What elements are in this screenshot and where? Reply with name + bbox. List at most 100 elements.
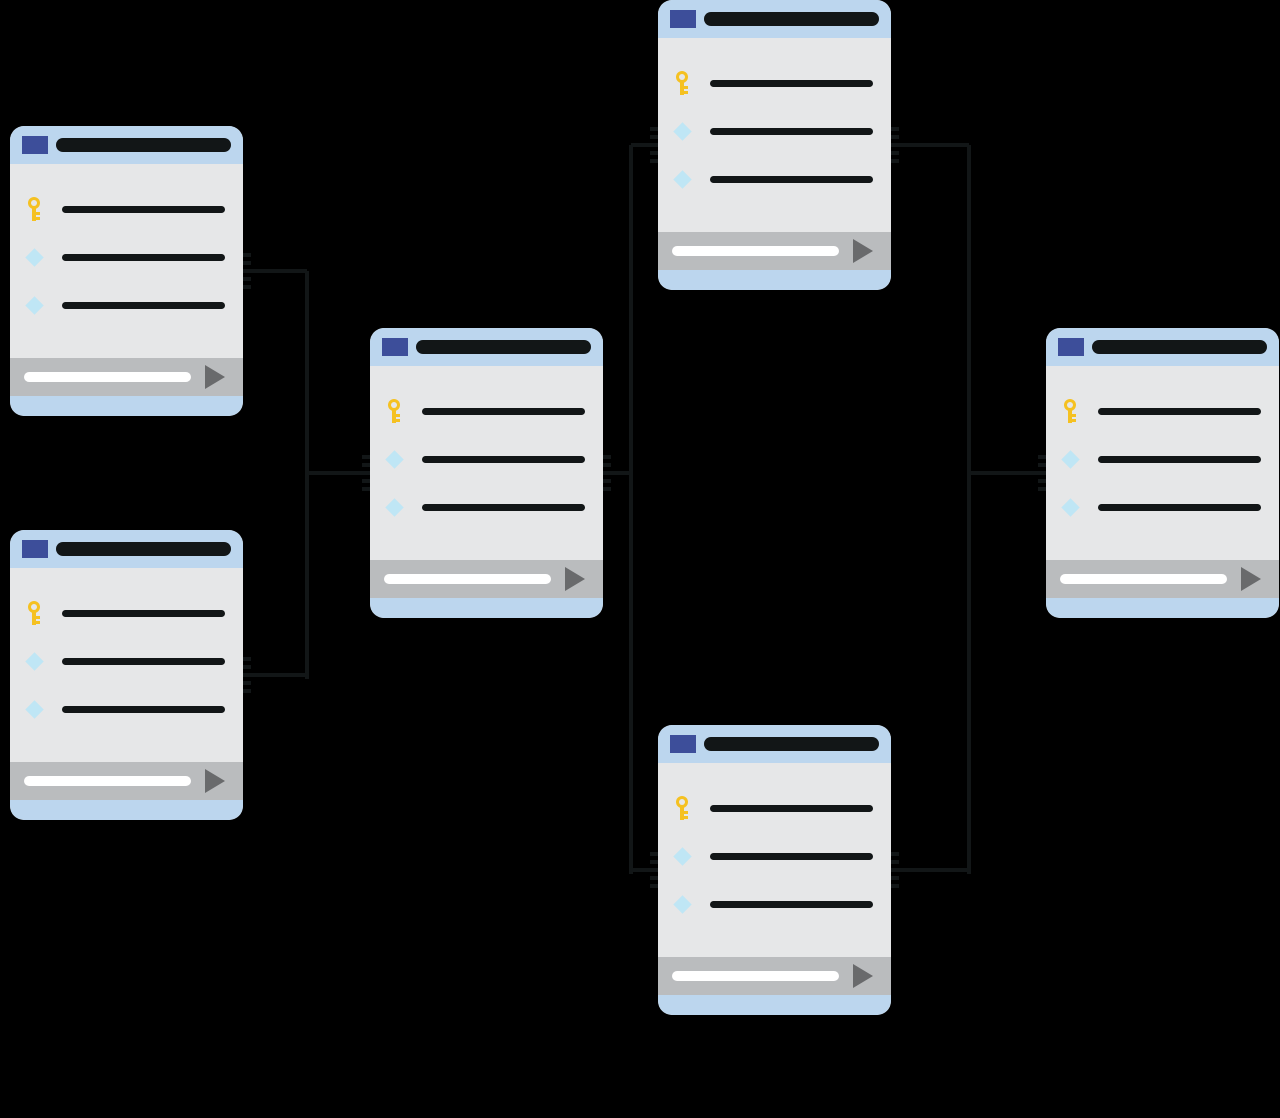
field-line [62,610,225,617]
connector-tick [243,261,251,265]
footer-pill [24,372,191,382]
field-line [62,658,225,665]
connector-line [899,868,969,872]
connector-tick [603,487,611,491]
connector-tick [362,487,370,491]
field-line [1098,408,1261,415]
connector-tick [891,135,899,139]
field-row [1060,496,1261,518]
connector-tick [650,876,658,880]
table-footer [658,232,891,270]
connector-tick [362,471,370,475]
field-line [710,80,873,87]
field-line [1098,504,1261,511]
connector-line [251,269,307,273]
field-line [62,706,225,713]
connector-tick [891,127,899,131]
table-footer [1046,560,1279,598]
field-row [384,448,585,470]
connector-line [305,473,309,679]
connector-tick [891,860,899,864]
connector-line [251,673,307,677]
connector-tick [603,479,611,483]
connector-tick [243,657,251,661]
table-bottom-bar [658,995,891,1015]
primary-key-icon [27,197,41,221]
table-bottom-bar [10,800,243,820]
table-card [1046,328,1279,618]
primary-key-icon [675,796,689,820]
field-row [24,698,225,720]
table-card [658,0,891,290]
connector-line [967,145,971,477]
header-square-icon [670,10,696,28]
connector-tick [650,127,658,131]
connector-line [305,271,309,477]
field-diamond-icon [385,450,403,468]
field-row [24,198,225,220]
connector-tick [891,143,899,147]
field-diamond-icon [1061,450,1079,468]
footer-pill [672,246,839,256]
field-diamond-icon [673,170,691,188]
footer-pill [384,574,551,584]
play-icon [565,567,585,591]
table-card [370,328,603,618]
header-square-icon [382,338,408,356]
connector-tick [243,277,251,281]
primary-key-icon [27,601,41,625]
header-square-icon [1058,338,1084,356]
primary-key-icon [1063,399,1077,423]
connector-tick [650,852,658,856]
field-diamond-icon [385,498,403,516]
footer-pill [672,971,839,981]
field-diamond-icon [25,700,43,718]
field-row [24,650,225,672]
connector-line [899,143,969,147]
field-line [62,206,225,213]
field-line [710,901,873,908]
field-line [1098,456,1261,463]
play-icon [1241,567,1261,591]
header-title-bar [704,12,879,26]
field-diamond-icon [673,847,691,865]
header-title-bar [56,138,231,152]
header-square-icon [22,136,48,154]
connector-tick [650,159,658,163]
field-line [422,408,585,415]
table-bottom-bar [1046,598,1279,618]
footer-pill [1060,574,1227,584]
field-row [1060,400,1261,422]
table-header [10,126,243,164]
connector-tick [891,876,899,880]
connector-tick [650,135,658,139]
connector-tick [891,852,899,856]
connector-tick [1038,463,1046,467]
connector-tick [1038,471,1046,475]
connector-line [307,471,363,475]
play-icon [205,365,225,389]
connector-tick [891,159,899,163]
connector-tick [891,151,899,155]
footer-pill [24,776,191,786]
connector-tick [243,285,251,289]
schema-diagram [0,0,1280,1118]
connector-tick [891,884,899,888]
field-row [672,120,873,142]
field-line [710,805,873,812]
connector-line [967,473,971,874]
table-bottom-bar [658,270,891,290]
table-footer [658,957,891,995]
table-card [658,725,891,1015]
play-icon [853,239,873,263]
connector-line [969,471,1039,475]
field-row [1060,448,1261,470]
connector-line [629,145,633,477]
field-diamond-icon [25,652,43,670]
connector-tick [1038,479,1046,483]
field-row [672,893,873,915]
connector-tick [603,471,611,475]
table-header [1046,328,1279,366]
connector-tick [650,151,658,155]
table-card [10,126,243,416]
